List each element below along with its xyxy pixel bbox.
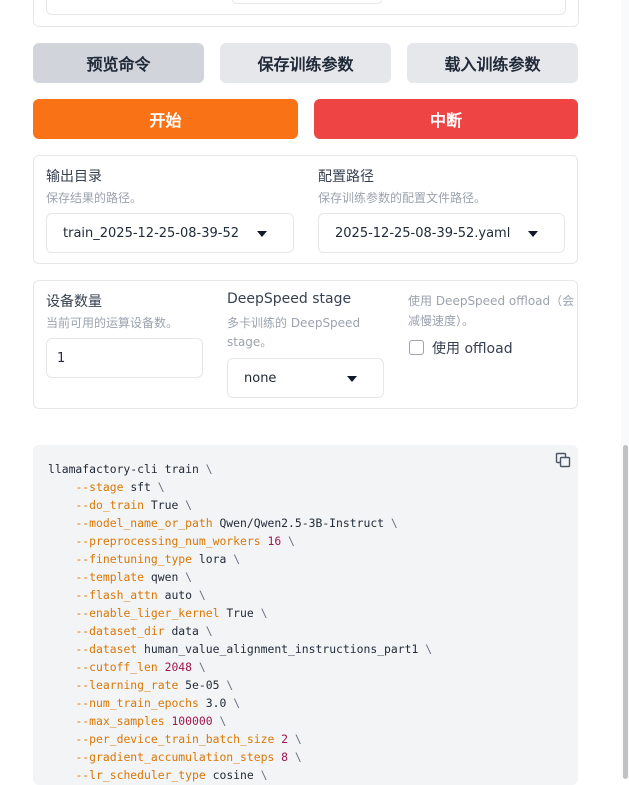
offload-checkbox[interactable]: [409, 340, 424, 355]
command-flag: --stage: [75, 480, 124, 494]
previous-field-edge: [232, 0, 382, 4]
command-value: 2048: [164, 660, 193, 674]
previous-input-edge: [46, 0, 566, 15]
command-value: 100000: [171, 714, 213, 728]
command-flag: --preprocessing_num_workers: [75, 534, 261, 548]
device-count-input[interactable]: 1: [46, 338, 203, 378]
command-value: 3.0: [205, 696, 227, 710]
command-arg-line: --cutoff_len 2048 \: [75, 660, 206, 674]
save-args-button[interactable]: 保存训练参数: [220, 43, 391, 83]
command-arg-line: --stage sft \: [75, 480, 165, 494]
command-arg-line: --enable_liger_kernel True \: [75, 606, 268, 620]
output-panel: 输出目录 保存结果的路径。 train_2025-12-25-08-39-52 …: [33, 155, 578, 264]
output-dir-value: train_2025-12-25-08-39-52: [63, 225, 240, 241]
command-arg-line: --num_train_epochs 3.0 \: [75, 696, 241, 710]
command-value: auto: [164, 588, 193, 602]
ds-offload-info-2: 减慢速度）。: [408, 314, 475, 328]
device-count-info: 当前可用的运算设备数。: [46, 316, 179, 330]
command-value: 8: [281, 750, 289, 764]
command-arg-line: --dataset_dir data \: [75, 624, 213, 638]
command-arg-line: --max_samples 100000 \: [75, 714, 227, 728]
command-flag: --max_samples: [75, 714, 165, 728]
ds-offload-info-1: 使用 DeepSpeed offload（会: [408, 294, 575, 308]
output-dir-info: 保存结果的路径。: [46, 191, 143, 205]
command-arg-line: --do_train True \: [75, 498, 193, 512]
command-flag: --enable_liger_kernel: [75, 606, 220, 620]
command-preview: llamafactory-cli train \ --stage sft \ -…: [33, 445, 578, 785]
command-arg-line: --per_device_train_batch_size 2 \: [75, 732, 302, 746]
command-value: Qwen/Qwen2.5-3B-Instruct: [219, 516, 385, 530]
command-value: 16: [267, 534, 282, 548]
command-arg-line: --model_name_or_path Qwen/Qwen2.5-3B-Ins…: [75, 516, 398, 530]
preview-command-button[interactable]: 预览命令: [33, 43, 204, 83]
copy-icon[interactable]: [554, 451, 572, 469]
command-value: 5e-05: [185, 678, 220, 692]
command-flag: --lr_scheduler_type: [75, 768, 206, 782]
output-dir-dropdown[interactable]: train_2025-12-25-08-39-52: [46, 213, 294, 253]
command-flag: --dataset_dir: [75, 624, 165, 638]
offload-checkbox-label[interactable]: 使用 offload: [432, 338, 513, 358]
command-value: True: [226, 606, 254, 620]
chevron-down-icon: [257, 231, 267, 237]
device-panel: 设备数量 当前可用的运算设备数。 1 DeepSpeed stage 多卡训练的…: [33, 280, 578, 409]
command-arg-line: --template qwen \: [75, 570, 193, 584]
command-text: llamafactory-cli train \ --stage sft \ -…: [48, 462, 433, 782]
ds-stage-info-2: stage。: [227, 335, 273, 349]
command-flag: --finetuning_type: [75, 552, 193, 566]
command-arg-line: --finetuning_type lora \: [75, 552, 241, 566]
command-value: sft: [130, 480, 151, 494]
previous-panel-edge: [33, 0, 579, 27]
command-value: lora: [198, 552, 227, 566]
load-args-button[interactable]: 载入训练参数: [407, 43, 578, 83]
command-first-line: llamafactory-cli train: [48, 462, 199, 476]
command-arg-line: --learning_rate 5e-05 \: [75, 678, 234, 692]
ds-stage-label: DeepSpeed stage: [227, 291, 352, 307]
command-value: human_value_alignment_instructions_part1: [144, 642, 419, 656]
chevron-down-icon: [347, 376, 357, 382]
ds-stage-dropdown[interactable]: none: [227, 358, 384, 398]
command-flag: --do_train: [75, 498, 145, 512]
command-flag: --flash_attn: [75, 588, 158, 602]
config-path-dropdown[interactable]: 2025-12-25-08-39-52.yaml: [318, 213, 565, 253]
config-path-value: 2025-12-25-08-39-52.yaml: [335, 225, 511, 241]
config-path-label: 配置路径: [318, 169, 374, 185]
scrollbar-thumb[interactable]: [623, 445, 628, 779]
ds-stage-value: none: [244, 370, 277, 386]
device-count-label: 设备数量: [46, 294, 102, 310]
command-value: True: [150, 498, 179, 512]
output-dir-label: 输出目录: [46, 169, 102, 185]
command-arg-line: --lr_scheduler_type cosine \: [75, 768, 268, 782]
command-flag: --gradient_accumulation_steps: [75, 750, 275, 764]
command-arg-line: --gradient_accumulation_steps 8 \: [75, 750, 302, 764]
command-flag: --learning_rate: [75, 678, 179, 692]
command-flag: --num_train_epochs: [75, 696, 199, 710]
command-value: qwen: [150, 570, 179, 584]
command-arg-line: --preprocessing_num_workers 16 \: [75, 534, 295, 548]
chevron-down-icon: [528, 231, 538, 237]
command-flag: --dataset: [75, 642, 138, 656]
ds-stage-info-1: 多卡训练的 DeepSpeed: [227, 316, 361, 330]
command-flag: --model_name_or_path: [75, 516, 213, 530]
command-flag: --cutoff_len: [75, 660, 158, 674]
command-flag: --per_device_train_batch_size: [75, 732, 275, 746]
command-value: cosine: [212, 768, 254, 782]
command-flag: --template: [75, 570, 145, 584]
command-value: 2: [281, 732, 289, 746]
abort-button[interactable]: 中断: [314, 99, 578, 139]
command-value: data: [171, 624, 199, 638]
config-path-info: 保存训练参数的配置文件路径。: [318, 191, 487, 205]
command-arg-line: --flash_attn auto \: [75, 588, 206, 602]
start-button[interactable]: 开始: [33, 99, 298, 139]
command-arg-line: --dataset human_value_alignment_instruct…: [75, 642, 433, 656]
